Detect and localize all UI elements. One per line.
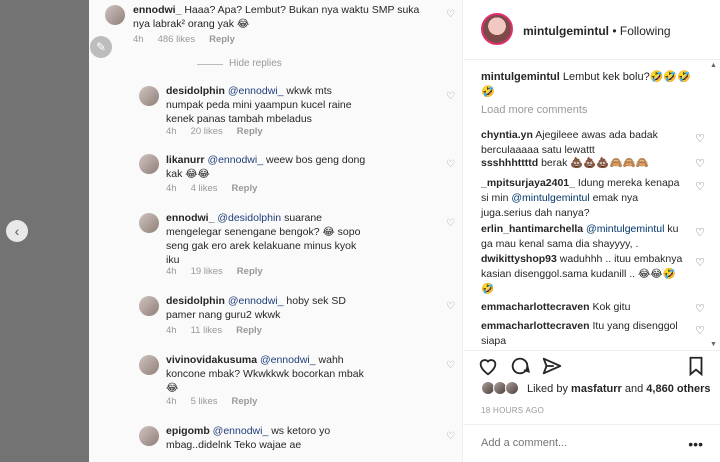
media-comment: likanurr @ennodwi_ weew bos geng dong ka… <box>166 154 366 180</box>
avatar <box>139 355 159 375</box>
avatar <box>139 154 159 174</box>
like-comment-heart-icon[interactable]: ♡ <box>695 256 705 269</box>
post-header: mintulgemintul • Following <box>463 0 720 60</box>
avatar <box>139 86 159 106</box>
heart-icon: ♡ <box>446 301 455 312</box>
media-comment: vivinovidakusuma @ennodwi_ wahh koncone … <box>166 354 364 394</box>
like-comment-heart-icon[interactable]: ♡ <box>695 324 705 337</box>
share-send-icon[interactable] <box>541 355 563 377</box>
likes-summary: Liked by masfaturr and 4,860 others <box>481 380 720 398</box>
heart-icon: ♡ <box>446 431 455 442</box>
comment-bubble-icon[interactable] <box>509 355 531 377</box>
like-comment-heart-icon[interactable]: ♡ <box>695 157 705 170</box>
comments-scrollbar[interactable]: ▲ ▼ <box>710 62 717 348</box>
comment-item: _mpitsurjaya2401_ Idung mereka kenapa si… <box>481 177 680 219</box>
bookmark-icon[interactable] <box>685 355 707 377</box>
media-comment: desidolphin @ennodwi_ hoby sek SD pamer … <box>166 295 346 321</box>
scroll-down-arrow-icon[interactable]: ▼ <box>710 341 717 348</box>
like-comment-heart-icon[interactable]: ♡ <box>695 132 705 145</box>
post-actions <box>463 350 720 378</box>
post-media: ✎ ennodwi_ Haaa? Apa? Lembut? Bukan nya … <box>89 0 472 462</box>
comment-item: emmacharlottecraven Itu yang disenggol s… <box>481 320 678 347</box>
media-comment: ennodwi_ Haaa? Apa? Lembut? Bukan nya wa… <box>133 4 420 30</box>
heart-icon: ♡ <box>446 218 455 229</box>
liker-username-link[interactable]: masfaturr <box>571 383 622 395</box>
media-comment: desidolphin @ennodwi_ wkwk mts numpak pe… <box>166 85 352 125</box>
comment-input[interactable] <box>481 437 681 449</box>
comment-item: emmacharlottecraven Kok gitu <box>481 301 631 313</box>
load-more-comments-button[interactable]: Load more comments <box>481 104 587 116</box>
heart-icon[interactable] <box>477 355 499 377</box>
heart-icon: ♡ <box>446 159 455 170</box>
post-author: mintulgemintul • Following <box>523 24 671 38</box>
follow-status-button[interactable]: Following <box>620 24 671 38</box>
avatar <box>139 426 159 446</box>
avatar <box>139 213 159 233</box>
pencil-icon: ✎ <box>90 36 112 58</box>
comment-item: ssshhhttttd berak 💩💩💩🙈🙈🙈 <box>481 157 649 169</box>
more-options-icon[interactable]: ••• <box>688 436 703 452</box>
previous-post-arrow-icon[interactable]: ‹ <box>6 220 28 242</box>
heart-icon: ♡ <box>446 91 455 102</box>
heart-icon: ♡ <box>446 9 455 20</box>
comment-meta: 4h 4 likes Reply <box>166 183 258 194</box>
comment-meta: 4h 11 likes Reply <box>166 325 262 336</box>
profile-avatar[interactable] <box>481 13 513 45</box>
likes-count-link[interactable]: 4,860 others <box>646 383 710 395</box>
scroll-up-arrow-icon[interactable]: ▲ <box>710 62 717 69</box>
like-comment-heart-icon[interactable]: ♡ <box>695 302 705 315</box>
comment-item: dwikittyshop93 waduhhh .. ituu embaknya … <box>481 253 683 295</box>
comment-meta: 4h 5 likes Reply <box>166 396 258 407</box>
media-comment: epigomb @ennodwi_ ws ketoro yo mbag..did… <box>166 425 331 451</box>
avatar <box>139 296 159 316</box>
like-comment-heart-icon[interactable]: ♡ <box>695 180 705 193</box>
caption-username-link[interactable]: mintulgemintul <box>481 71 560 83</box>
comment-meta: 4h 486 likes Reply <box>133 34 235 45</box>
like-comment-heart-icon[interactable]: ♡ <box>695 226 705 239</box>
avatar <box>505 381 519 395</box>
comment-meta: 4h 19 likes Reply <box>166 266 263 277</box>
hide-replies-link: Hide replies <box>229 58 282 69</box>
comment-item: erlin_hantimarchella @mintulgemintul ku … <box>481 223 679 250</box>
media-comment: ennodwi_ @desidolphin suarane mengelegar… <box>166 212 361 266</box>
post-timestamp[interactable]: 18 HOURS AGO <box>481 406 544 415</box>
post-side-panel: mintulgemintul • Following mintulgemintu… <box>462 0 720 462</box>
divider <box>197 64 223 65</box>
author-username-link[interactable]: mintulgemintul <box>523 24 609 38</box>
heart-icon: ♡ <box>446 360 455 371</box>
comment-meta: 4h 20 likes Reply <box>166 126 263 137</box>
comment-item: chyntia.yn Ajegileee awas ada badak berc… <box>481 129 658 156</box>
comments-list[interactable]: mintulgemintul Lembut kek bolu?🤣🤣🤣🤣 Load… <box>463 60 720 350</box>
post-caption: mintulgemintul Lembut kek bolu?🤣🤣🤣🤣 <box>481 71 691 98</box>
add-comment-bar: ••• <box>463 424 720 462</box>
avatar <box>105 5 125 25</box>
